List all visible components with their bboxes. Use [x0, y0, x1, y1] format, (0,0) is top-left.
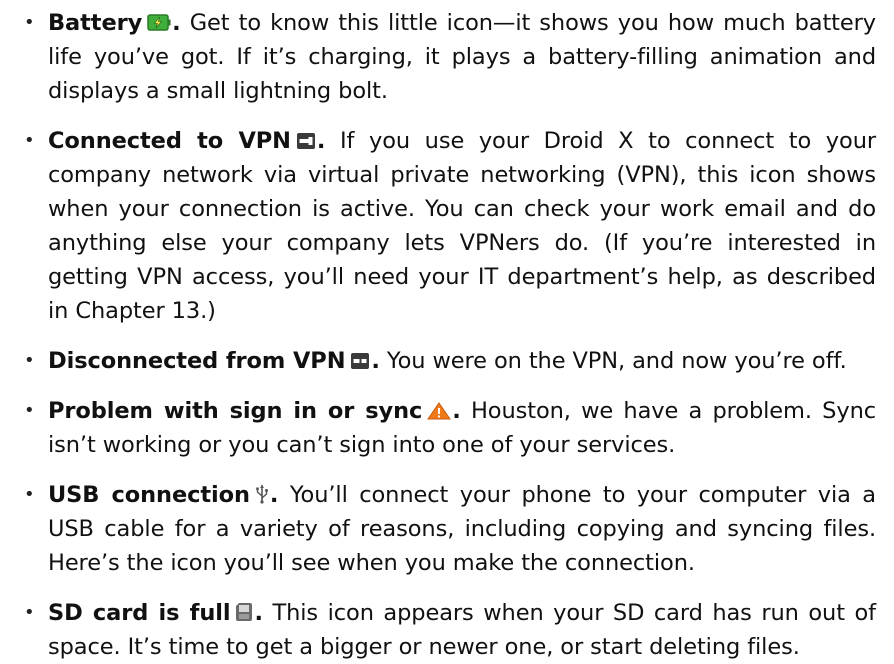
warning-triangle-icon	[427, 402, 452, 420]
icon-description-list: • Battery . Get to know this little icon…	[22, 6, 876, 664]
item-term: Disconnected from VPN	[48, 348, 346, 374]
item-term: SD card is full	[48, 600, 231, 626]
document-page: • Battery . Get to know this little icon…	[0, 0, 894, 660]
list-item-sync-problem: • Problem with sign in or sync . Houston…	[22, 394, 876, 462]
item-term-period: .	[452, 398, 461, 424]
list-item-battery: • Battery . Get to know this little icon…	[22, 6, 876, 108]
item-term-period: .	[254, 600, 263, 626]
bullet: •	[24, 350, 35, 371]
list-item-vpn-connected: • Connected to VPN . If you use your Dro…	[22, 124, 876, 328]
item-term: Connected to VPN	[48, 128, 291, 154]
vpn-connected-icon	[296, 132, 316, 150]
vpn-disconnected-icon	[350, 352, 370, 370]
item-term: USB connection	[48, 482, 250, 508]
list-item-vpn-disconnected: • Disconnected from VPN . You were on th…	[22, 344, 876, 378]
list-item-sd-card: • SD card is full . This icon appears wh…	[22, 596, 876, 664]
usb-icon	[255, 484, 269, 504]
sd-card-full-icon	[235, 602, 253, 622]
item-term-period: .	[172, 10, 181, 36]
bullet: •	[24, 130, 35, 151]
bullet: •	[24, 400, 35, 421]
battery-charging-icon	[147, 13, 171, 32]
bullet: •	[24, 602, 35, 623]
bullet: •	[24, 12, 35, 33]
item-term: Battery	[48, 10, 143, 36]
item-text: You were on the VPN, and now you’re off.	[379, 348, 847, 374]
item-text: If you use your Droid X to connect to yo…	[48, 128, 877, 324]
item-term: Problem with sign in or sync	[48, 398, 423, 424]
list-item-usb: • USB connection . You’ll connect your p…	[22, 478, 876, 580]
bullet: •	[24, 484, 35, 505]
item-term-period: .	[371, 348, 380, 374]
